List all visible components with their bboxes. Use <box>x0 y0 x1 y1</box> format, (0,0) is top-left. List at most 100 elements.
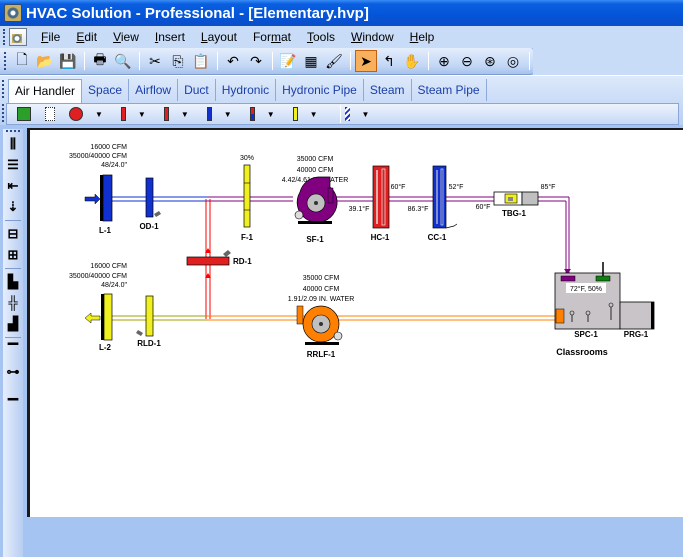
zoom-fit-button[interactable]: ⊛ <box>479 50 501 72</box>
zoom-out-button[interactable]: ⊖ <box>456 50 478 72</box>
louver-L-2[interactable]: 16000 CFM 35000/40000 CFM 48/24.0" L-2 <box>69 263 127 352</box>
tab-hydronic[interactable]: Hydronic <box>216 79 277 101</box>
chevron-down-icon[interactable]: ▼ <box>224 110 232 119</box>
chevron-down-icon[interactable]: ▼ <box>138 110 146 119</box>
redo-icon: ↷ <box>250 52 262 69</box>
print-preview-button[interactable]: 🔍 <box>112 50 134 72</box>
menu-view[interactable]: View <box>105 26 147 48</box>
heat-recovery-coil-tool[interactable]: ▼ <box>249 106 289 122</box>
filter-F-1[interactable]: 30% F-1 <box>240 155 254 242</box>
damper-RD-1[interactable]: RD-1 <box>186 250 252 266</box>
menu-file[interactable]: File <box>33 26 68 48</box>
tab-air-handler[interactable]: Air Handler <box>8 79 83 103</box>
pan-icon: ✋ <box>403 52 421 69</box>
relief-duct[interactable] <box>107 315 208 321</box>
damper-OD-1[interactable]: OD-1 <box>139 177 161 231</box>
align-right-side-icon[interactable]: ▟ <box>4 315 22 333</box>
menu-help[interactable]: Help <box>402 26 443 48</box>
menu-tools[interactable]: Tools <box>299 26 343 48</box>
cut-button[interactable]: ✂ <box>144 50 166 72</box>
return-fan-RRLF-1[interactable]: 35000 CFM 40000 CFM 1.91/2.09 IN. WATER … <box>288 275 355 359</box>
toolbar-separator <box>428 52 429 70</box>
svg-text:72°F, 50%: 72°F, 50% <box>570 285 602 293</box>
copy-button[interactable]: ⎘ <box>167 50 189 72</box>
align-left-side-icon[interactable]: ▙ <box>4 273 22 291</box>
redo-button[interactable]: ↷ <box>245 50 267 72</box>
chevron-down-icon[interactable]: ▼ <box>310 110 318 119</box>
zoom-in-button[interactable]: ⊕ <box>433 50 455 72</box>
chevron-down-icon[interactable]: ▼ <box>362 110 370 119</box>
svg-text:30%: 30% <box>240 155 254 162</box>
svg-text:L-2: L-2 <box>99 343 112 352</box>
menu-window[interactable]: Window <box>343 26 402 48</box>
damper-RLD-1[interactable]: RLD-1 <box>136 295 161 348</box>
component-toolbar-grip[interactable] <box>2 104 5 122</box>
center-horizontal-icon[interactable]: ⊟ <box>4 225 22 243</box>
supply-fan-SF-1[interactable]: 35000 CFM 40000 CFM 4.42/4.61 IN. WATER … <box>282 156 349 244</box>
zoom-window-button[interactable]: ◎ <box>502 50 524 72</box>
heating-coil-icon <box>120 107 126 121</box>
air-handler-unit-tool[interactable] <box>17 106 31 122</box>
tabstrip-grip[interactable] <box>2 80 5 98</box>
align-top-side-icon[interactable]: ▔ <box>4 342 22 360</box>
align-bottom-side-icon[interactable]: ▁ <box>4 384 22 402</box>
outdoor-air-duct[interactable] <box>110 196 208 202</box>
paste-button[interactable]: 📋 <box>190 50 212 72</box>
center-vertical-icon[interactable]: ⊞ <box>4 246 22 264</box>
heating-coil-HC-1[interactable]: 60°F HC-1 <box>371 165 406 242</box>
damper-tool[interactable]: ▼ <box>344 106 384 122</box>
select-button[interactable]: ➤ <box>355 50 377 72</box>
document-icon[interactable] <box>9 28 27 46</box>
svg-text:SPC-1: SPC-1 <box>574 330 598 339</box>
chevron-down-icon[interactable]: ▼ <box>181 110 189 119</box>
louver-L-1[interactable]: 16000 CFM 35000/40000 CFM 48/24.0" L-1 <box>69 144 127 235</box>
menubar-grip[interactable] <box>3 29 7 45</box>
reheat-coil-tool[interactable]: ▼ <box>163 106 203 122</box>
align-left-edge-icon[interactable]: ⇤ <box>4 177 22 195</box>
tab-airflow[interactable]: Airflow <box>129 79 179 101</box>
align-middle-icon[interactable]: ⊶ <box>4 363 22 381</box>
menu-bar: File Edit View Insert Layout Format Tools Windo… <box>0 26 490 48</box>
chevron-down-icon[interactable]: ▼ <box>267 110 275 119</box>
cooling-coil-tool[interactable]: ▼ <box>206 106 246 122</box>
svg-text:85°F: 85°F <box>541 183 556 191</box>
connect-button[interactable]: ↰ <box>378 50 400 72</box>
align-left-icon[interactable]: ⫼ <box>4 135 22 153</box>
plenum-PRG-1[interactable]: PRG-1 <box>619 301 655 339</box>
menu-format[interactable]: Format <box>245 26 299 48</box>
cut-icon: ✂ <box>149 52 161 69</box>
heating-coil-tool[interactable]: ▼ <box>120 106 160 122</box>
menu-insert[interactable]: Insert <box>147 26 193 48</box>
selection-box-tool[interactable] <box>45 106 55 122</box>
filter-tool[interactable]: ▼ <box>292 106 332 122</box>
cooling-coil-CC-1[interactable]: 52°F CC-1 <box>428 165 464 242</box>
pan-button[interactable]: ✋ <box>401 50 423 72</box>
menu-layout[interactable]: Layout <box>193 26 245 48</box>
tab-duct[interactable]: Duct <box>178 79 216 101</box>
toolbar-grip[interactable] <box>4 52 6 70</box>
align-center-icon[interactable]: ╬ <box>4 294 22 312</box>
paint-button[interactable]: 🖌 <box>323 50 345 72</box>
menu-edit[interactable]: Edit <box>68 26 105 48</box>
reheat-coil-icon <box>163 107 169 121</box>
align-bottom-edge-icon[interactable]: ⇣ <box>4 198 22 216</box>
tab-space[interactable]: Space <box>82 79 130 101</box>
return-duct[interactable] <box>208 315 558 321</box>
fan-tool[interactable]: ▼ <box>69 106 117 122</box>
drawing-canvas[interactable]: 16000 CFM 35000/40000 CFM 48/24.0" L-1 O… <box>27 128 683 517</box>
alignment-toolbar-grip[interactable] <box>6 130 20 132</box>
undo-button[interactable]: ↶ <box>222 50 244 72</box>
zoom-window-icon: ◎ <box>506 52 520 69</box>
align-top-icon[interactable]: ☰ <box>4 156 22 174</box>
tab-hydronic-pipe[interactable]: Hydronic Pipe <box>276 79 364 101</box>
new-button[interactable]: 🗋 <box>11 50 33 72</box>
print-button[interactable]: 🖶 <box>89 50 111 72</box>
save-button[interactable]: 💾 <box>57 50 79 72</box>
space-SPC-1[interactable]: 72°F, 50% SPC-1 <box>554 262 621 339</box>
tab-steam-pipe[interactable]: Steam Pipe <box>412 79 487 101</box>
calculator-button[interactable]: ▦ <box>300 50 322 72</box>
tab-steam[interactable]: Steam <box>364 79 412 101</box>
properties-button[interactable]: 📝 <box>277 50 299 72</box>
open-button[interactable]: 📂 <box>34 50 56 72</box>
chevron-down-icon[interactable]: ▼ <box>95 110 103 119</box>
